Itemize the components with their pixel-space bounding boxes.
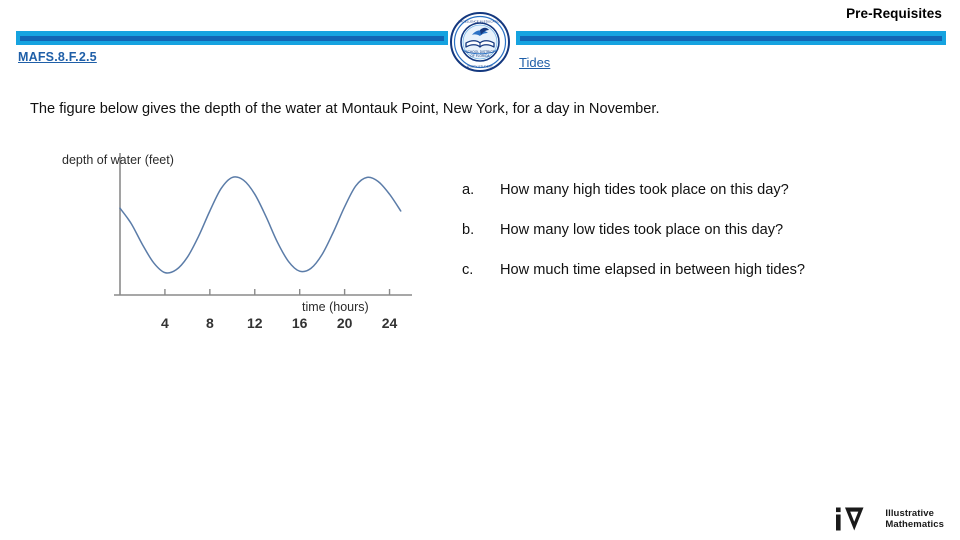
question-text: How many high tides took place on this d… [500,182,789,198]
svg-text:OF FLORIDA: OF FLORIDA [470,54,490,58]
question-item: a. How many high tides took place on this… [462,182,932,198]
chart-x-tick-label: 24 [381,315,398,331]
page-title: Pre-Requisites [846,6,942,21]
standard-code-link[interactable]: MAFS.8.F.2.5 [18,50,97,64]
question-item: b. How many low tides took place on this … [462,222,932,238]
brand-line-2: Mathematics [885,519,944,530]
header-rule-right [516,31,946,45]
illustrative-mathematics-logo: Illustrative Mathematics [834,506,944,532]
svg-text:EVERY STUDENT: EVERY STUDENT [467,65,493,69]
chart-data-line [119,176,402,274]
question-list: a. How many high tides took place on this… [462,182,932,302]
chart-plot-area [114,153,412,296]
chart-x-tick-label: 8 [205,315,214,331]
question-letter: c. [462,262,474,278]
chart-x-tick-label: 4 [161,315,169,331]
header-rule-left [16,31,448,45]
question-letter: b. [462,222,475,238]
chart-x-axis-label: time (hours) [302,300,369,314]
chart-x-tick-labels: 4 8 12 16 20 24 [40,315,420,335]
lesson-title-link[interactable]: Tides [519,55,550,70]
slide-canvas: Pre-Requisites SCHOOL DISTRICT OF FLORID… [0,0,960,540]
brand-wordmark: Illustrative Mathematics [885,508,944,530]
im-logo-icon [836,507,864,531]
question-text: How much time elapsed in between high ti… [500,262,806,278]
question-item: c. How much time elapsed in between high … [462,262,932,278]
tide-graph-figure: depth of water (feet) time (hours) 4 8 12 1… [40,145,420,345]
chart-x-tick-label: 12 [246,315,263,331]
chart-x-tick-label: 16 [291,315,308,331]
chart-x-tick-label: 20 [336,315,353,331]
brand-line-1: Illustrative [885,507,935,519]
school-seal-icon: SCHOOL DISTRICT OF FLORIDA EXCELLENCE IN… [450,12,510,72]
prompt-text: The figure below gives the depth of the … [30,101,660,117]
chart-y-axis-label: depth of water (feet) [62,153,174,167]
question-letter: a. [462,182,475,198]
question-text: How many low tides took place on this da… [500,222,784,238]
svg-text:EXCELLENCE IN EDUCATION: EXCELLENCE IN EDUCATION [458,20,501,24]
